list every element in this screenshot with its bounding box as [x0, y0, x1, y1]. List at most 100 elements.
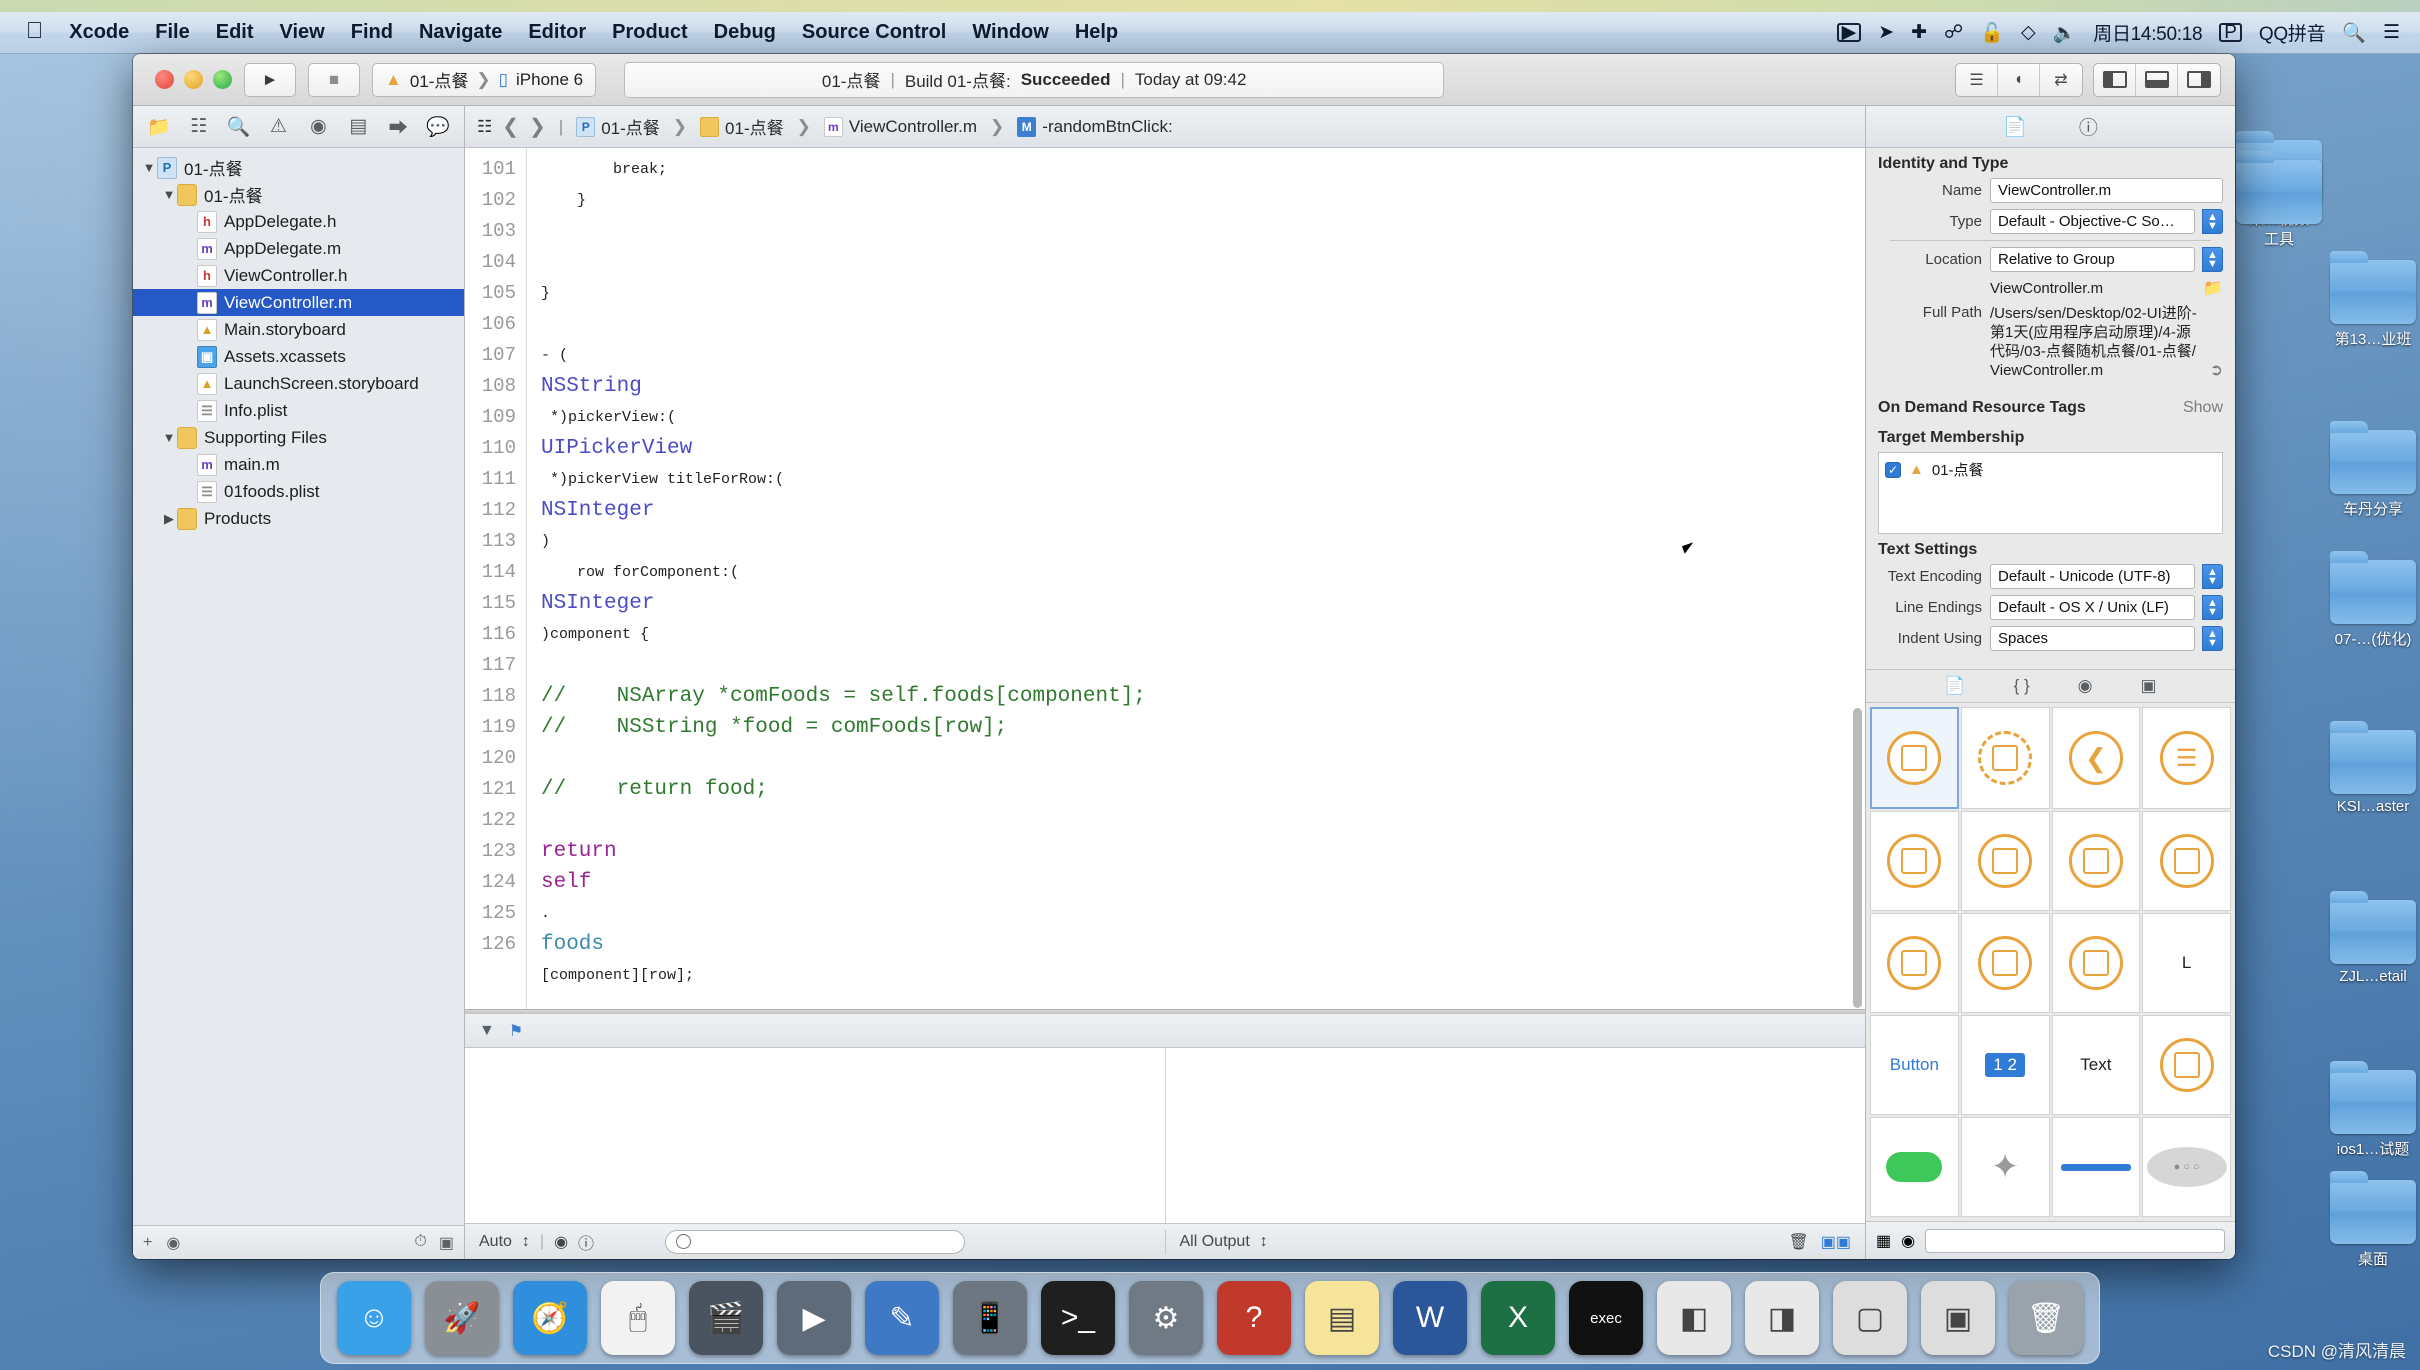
debug-toggle-icon[interactable]: [2136, 63, 2178, 96]
forward-chevron-icon[interactable]: ❯: [529, 114, 546, 139]
code-line[interactable]: [541, 650, 1865, 681]
menu-item-window[interactable]: Window: [972, 21, 1048, 44]
encoding-stepper-icon[interactable]: ▲ ▼: [2202, 564, 2223, 589]
toolbar-object[interactable]: [1960, 811, 2050, 911]
media-library-icon[interactable]: ▣: [2141, 676, 2157, 696]
media-player-object[interactable]: [1960, 913, 2050, 1013]
debug-toolbar[interactable]: ▼ ⚑: [465, 1014, 1865, 1048]
code-text[interactable]: break; } } - (NSString *)pickerView:(UIP…: [527, 148, 1865, 1009]
menu-item-view[interactable]: View: [280, 21, 325, 44]
split-view-object[interactable]: [2051, 811, 2141, 911]
dash-app[interactable]: ?: [1217, 1281, 1291, 1355]
encoding-select[interactable]: Default - Unicode (UTF-8): [1990, 564, 2195, 589]
indent-stepper-icon[interactable]: ▲ ▼: [2202, 626, 2223, 651]
code-line[interactable]: [541, 247, 1865, 278]
page-view-object[interactable]: [2142, 811, 2231, 911]
disclosure-triangle[interactable]: ▼: [141, 160, 157, 175]
table-view-object[interactable]: ☰: [2142, 707, 2231, 809]
code-vertical-scrollbar[interactable]: [1853, 708, 1862, 1008]
code-line[interactable]: [541, 805, 1865, 836]
code-line[interactable]: - (NSString *)pickerView:(UIPickerView *…: [541, 340, 1865, 557]
screenflow-app[interactable]: 🎬: [689, 1281, 763, 1355]
editor-jump-bar[interactable]: ☷ ❮ ❯ | P 01-点餐 ❯ 01-点餐 ❯ m ViewControll…: [465, 106, 1865, 148]
inspector-tab-bar[interactable]: 📄 ⓘ: [1866, 106, 2235, 148]
bluetooth-send-icon[interactable]: ✚: [1911, 21, 1927, 44]
project-navigator[interactable]: 📁 ☷ 🔍 ⚠ ◉ ▤ ⮕ 💬 ▼ P 01-点餐 ▼ 01-点餐 h AppDelegat…: [133, 106, 465, 1259]
add-icon[interactable]: +: [143, 1234, 152, 1252]
desktop-folder[interactable]: 07-…(优化): [2330, 551, 2416, 649]
navigator-toggle-icon[interactable]: [2094, 63, 2136, 96]
assistant-editor-icon[interactable]: ◖: [1998, 63, 2040, 96]
progress-view-object[interactable]: [2051, 1117, 2141, 1217]
xcode-window[interactable]: ► ■ ▲ 01-点餐 ❯ ▯ iPhone 6 01-点餐 | Build 0…: [133, 54, 2235, 1259]
dropbox-icon[interactable]: ◇: [2021, 21, 2036, 44]
xcode-app[interactable]: ✎: [865, 1281, 939, 1355]
console-view[interactable]: [1166, 1048, 1866, 1223]
presentation-app[interactable]: ▣: [1921, 1281, 1995, 1355]
navigator-tab-folder[interactable]: 📁: [139, 112, 179, 142]
menu-item-xcode[interactable]: Xcode: [69, 21, 129, 44]
label-object[interactable]: L: [2142, 913, 2231, 1013]
system-prefs-app[interactable]: ⚙: [1129, 1281, 1203, 1355]
trash-app[interactable]: 🗑: [2009, 1281, 2083, 1355]
breadcrumb-file[interactable]: m ViewController.m: [823, 116, 977, 137]
text-field-object[interactable]: Text: [2051, 1015, 2141, 1115]
slider-object[interactable]: [2142, 1015, 2231, 1115]
nav-item-viewcontroller-m[interactable]: m ViewController.m: [133, 289, 464, 316]
location-row[interactable]: Location Relative to Group ▲ ▼: [1878, 247, 2223, 272]
back-chevron-icon[interactable]: ❮: [502, 114, 519, 139]
zoom-button[interactable]: [213, 70, 232, 89]
window-traffic-lights[interactable]: [147, 70, 232, 89]
code-line[interactable]: // NSString *food = comFoods[row];: [541, 712, 1865, 743]
disclosure-triangle[interactable]: ▼: [161, 187, 177, 202]
search-icon[interactable]: 🔍: [2342, 21, 2366, 45]
code-line[interactable]: row forComponent:(NSInteger)component {: [541, 557, 1865, 650]
scroll-view-object[interactable]: [1870, 913, 1959, 1013]
breadcrumb-group[interactable]: 01-点餐: [700, 114, 784, 139]
view-object[interactable]: [1870, 707, 1959, 809]
lineending-select[interactable]: Default - OS X / Unix (LF): [1990, 595, 2195, 620]
lock-icon[interactable]: 🔓: [1980, 21, 2004, 45]
identity-form[interactable]: Name ViewController.m Type Default - Obj…: [1866, 178, 2235, 392]
nav-item-01-[interactable]: ▼ P 01-点餐: [133, 154, 464, 181]
input-source-badge[interactable]: P: [2219, 23, 2242, 42]
encoding-row[interactable]: Text Encoding Default - Unicode (UTF-8) …: [1878, 564, 2223, 589]
finder-app[interactable]: ☺: [337, 1281, 411, 1355]
utilities-inspector[interactable]: 📄 ⓘ Identity and Type Name ViewControlle…: [1865, 106, 2235, 1259]
quicktime-app[interactable]: ▶: [777, 1281, 851, 1355]
code-line[interactable]: [541, 309, 1865, 340]
toolbar-right-group[interactable]: ☰ ◖ ⇄: [1955, 62, 2221, 97]
breadcrumb-method[interactable]: M -randomBtnClick:: [1017, 116, 1173, 137]
code-snippet-library-icon[interactable]: { }: [2014, 676, 2030, 696]
object-library-icon[interactable]: ◉: [2078, 676, 2093, 696]
code-line[interactable]: // return food;: [541, 774, 1865, 805]
variables-info-icon[interactable]: ⓘ: [578, 1230, 594, 1254]
type-row[interactable]: Type Default - Objective-C So… ▲ ▼: [1878, 209, 2223, 234]
type-stepper-icon[interactable]: ▲ ▼: [2202, 209, 2223, 234]
menu-item-editor[interactable]: Editor: [528, 21, 586, 44]
volume-icon[interactable]: 🔈: [2053, 21, 2077, 45]
utilities-toggle-icon[interactable]: [2178, 64, 2220, 96]
navigator-tab-issue[interactable]: ⚠: [259, 112, 299, 142]
indent-select[interactable]: Spaces: [1990, 626, 2195, 651]
nav-item-main-storyboard[interactable]: ▲ Main.storyboard: [133, 316, 464, 343]
navigator-tab-debug[interactable]: ▤: [338, 112, 378, 142]
menu-clock[interactable]: 周日14:50:18: [2093, 19, 2202, 46]
library-grid-view-icon[interactable]: ▦: [1876, 1231, 1891, 1251]
wifi-off-icon[interactable]: ☍: [1944, 21, 1963, 44]
notification-center-icon[interactable]: ☰: [2383, 21, 2400, 44]
related-items-icon[interactable]: ☷: [477, 117, 492, 137]
choose-folder-icon[interactable]: 📁: [2203, 278, 2223, 298]
scheme-selector[interactable]: ▲ 01-点餐 ❯ ▯ iPhone 6: [372, 62, 597, 97]
variables-footer[interactable]: Auto ↕ | ◉ ⓘ: [465, 1229, 1166, 1254]
location-file-row[interactable]: ViewController.m 📁: [1878, 278, 2223, 298]
collection-view-object[interactable]: [1870, 811, 1959, 911]
code-area[interactable]: 101 102 103 104 105 106 107 108 109 110 111 112 113 1…: [465, 148, 1865, 1009]
lineending-row[interactable]: Line Endings Default - OS X / Unix (LF) …: [1878, 595, 2223, 620]
apple-icon[interactable]: : [26, 19, 43, 42]
menu-item-source-control[interactable]: Source Control: [802, 21, 946, 44]
nav-item-supporting-files[interactable]: ▼ Supporting Files: [133, 424, 464, 451]
file-template-library-icon[interactable]: 📄: [1944, 676, 1965, 696]
variables-filter-icon[interactable]: ◉: [554, 1232, 568, 1252]
navigator-tab-breakpoint[interactable]: ⮕: [378, 112, 418, 142]
